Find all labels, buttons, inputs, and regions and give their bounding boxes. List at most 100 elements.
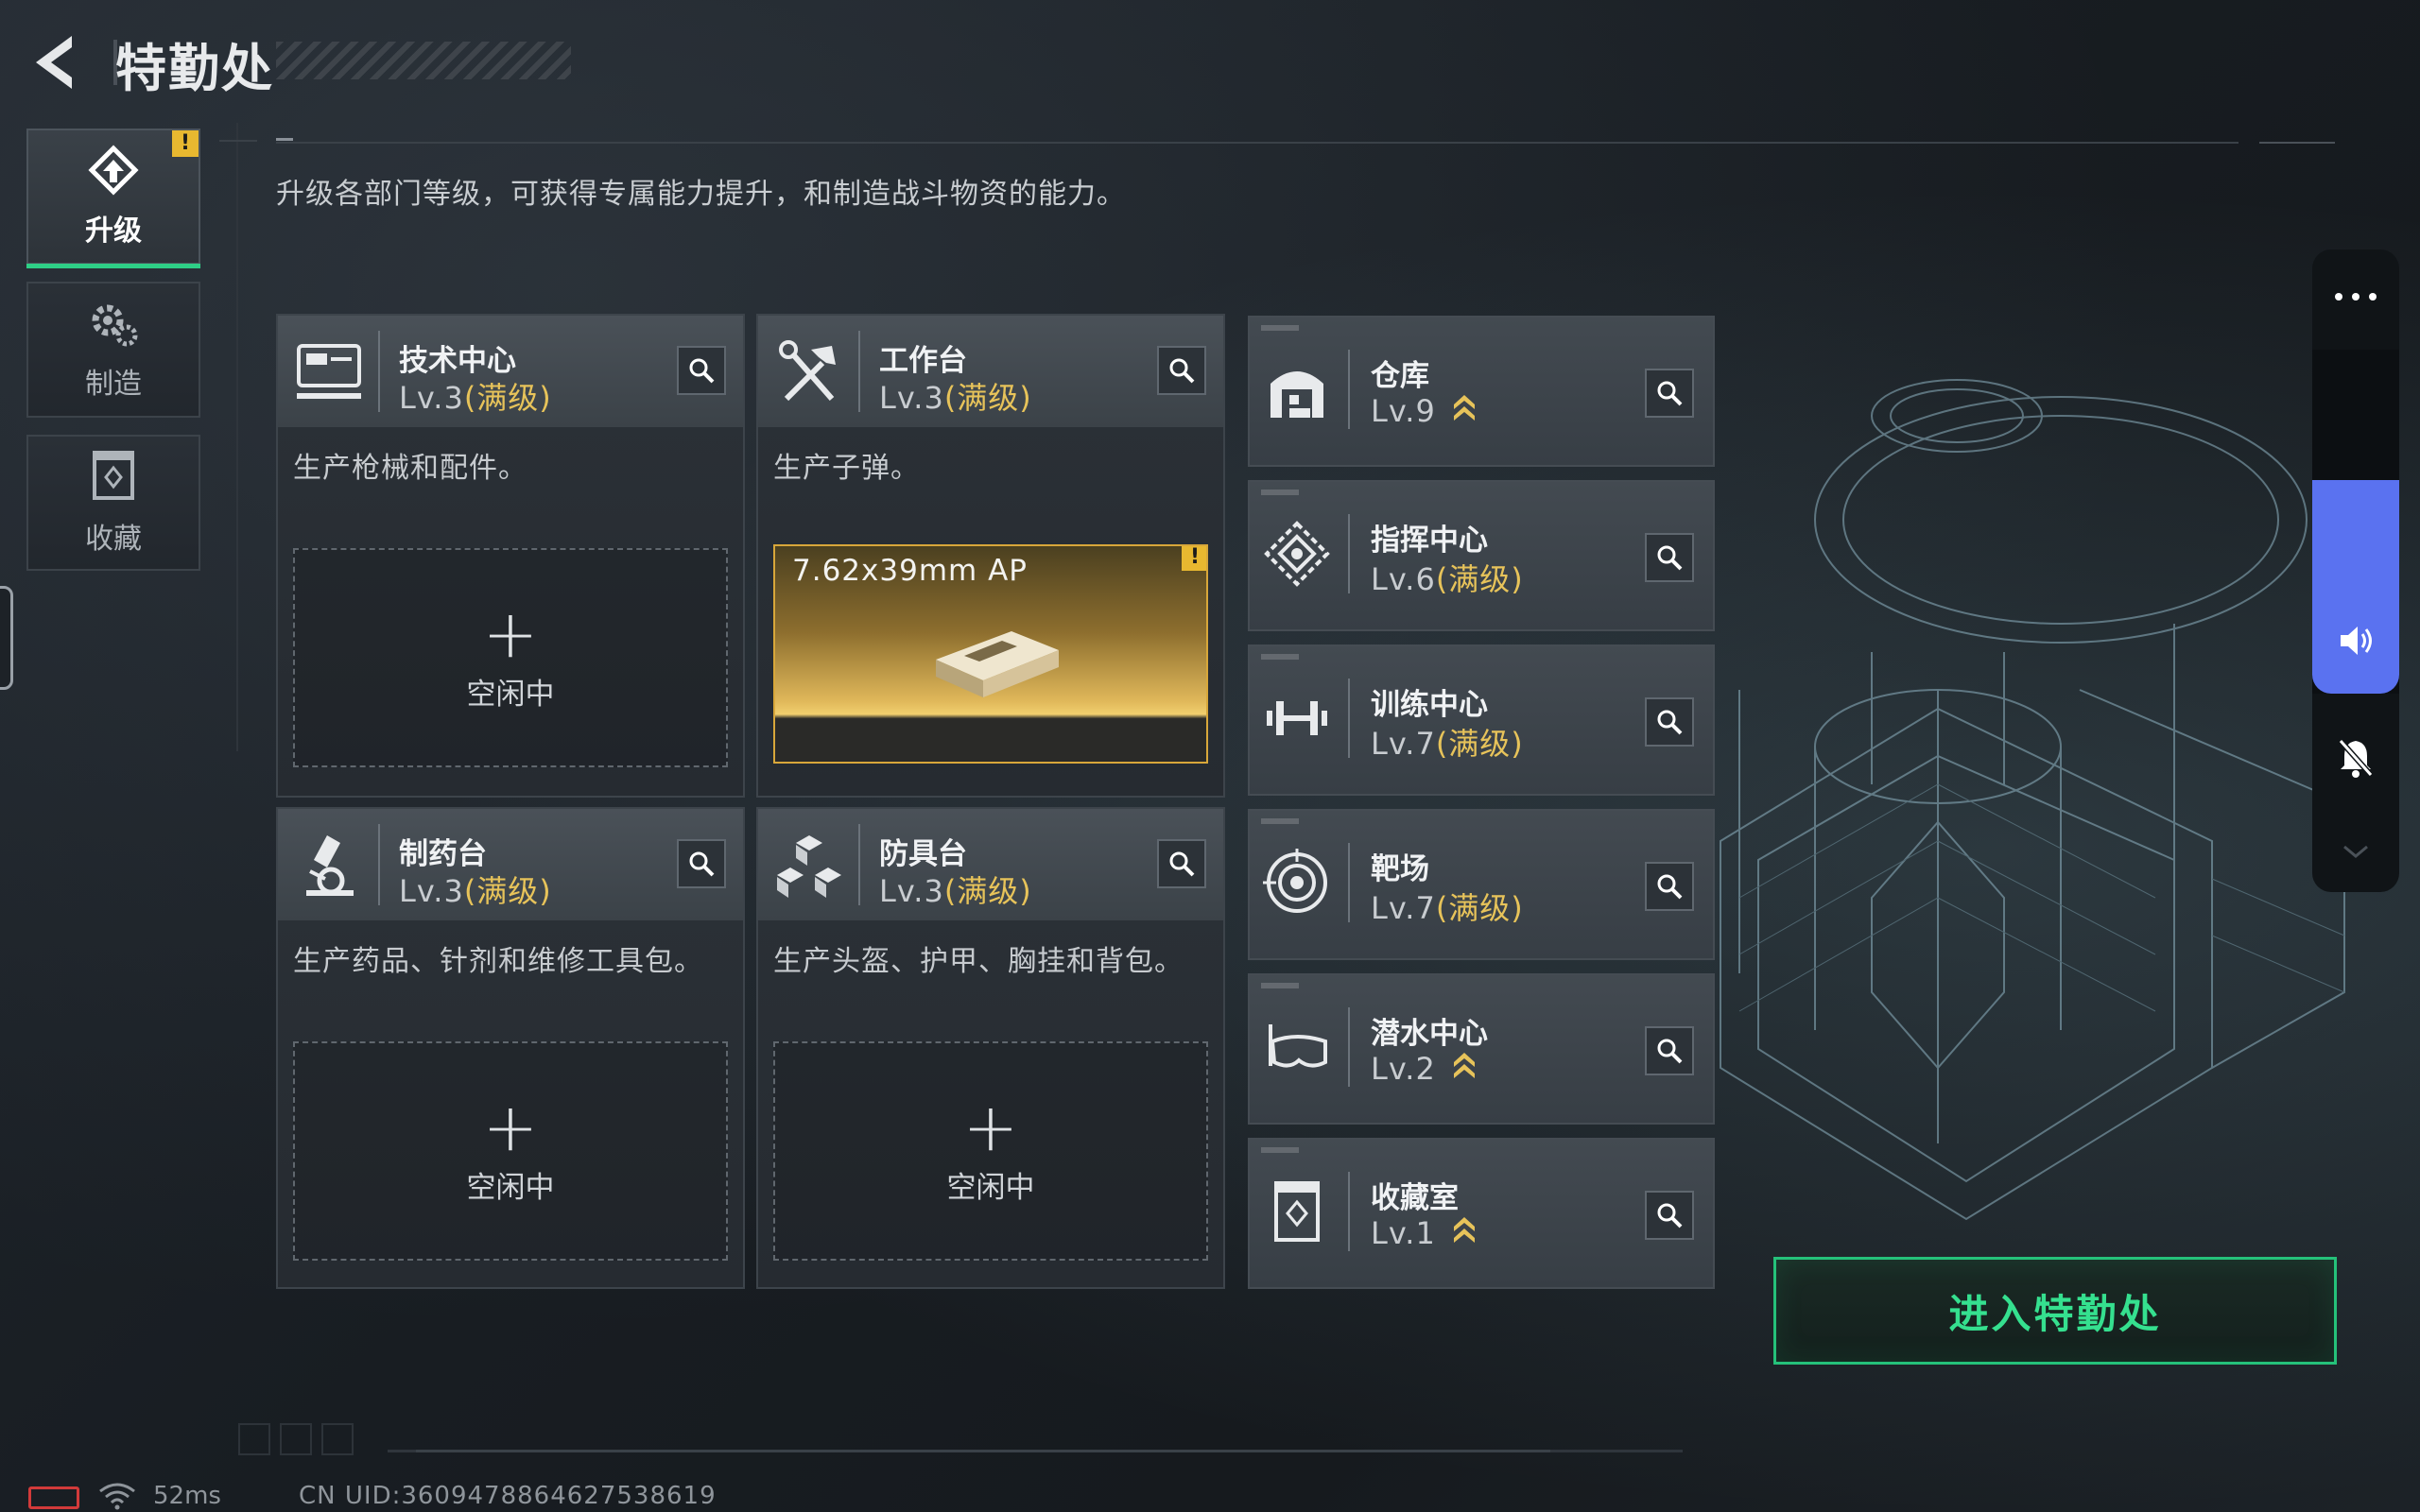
search-icon bbox=[1169, 358, 1195, 384]
level-value: Lv.3 bbox=[399, 380, 464, 416]
department-warehouse[interactable]: 仓库 Lv.9 bbox=[1248, 316, 1715, 467]
department-name: 收藏室 bbox=[1371, 1181, 1459, 1215]
level-value: Lv.6 bbox=[1371, 561, 1436, 597]
department-command-center[interactable]: 指挥中心 Lv.6(满级) bbox=[1248, 480, 1715, 631]
add-plus-icon: + bbox=[482, 594, 539, 673]
production-slot-active[interactable]: 7.62x39mm AP ! bbox=[773, 544, 1208, 764]
nav-upgrade[interactable]: 升级 ! bbox=[26, 129, 200, 268]
search-icon bbox=[1657, 1203, 1683, 1228]
card-workbench: 工作台 Lv.3(满级) 生产子弹。 7.62x39mm AP ! bbox=[756, 314, 1225, 798]
department-level: Lv.6(满级) bbox=[1371, 556, 1524, 599]
top-divider bbox=[276, 142, 2238, 144]
card-tag-decoration bbox=[1261, 654, 1299, 660]
search-icon bbox=[689, 851, 715, 877]
nav-collection-label: 收藏 bbox=[85, 523, 142, 556]
department-diving-center[interactable]: 潜水中心 Lv.2 bbox=[1248, 973, 1715, 1125]
gears-icon bbox=[92, 304, 138, 347]
department-level: Lv.7(满级) bbox=[1371, 720, 1524, 764]
card-armor: 防具台 Lv.3(满级) 生产头盔、护甲、胸挂和背包。 + 空闲中 bbox=[756, 807, 1225, 1289]
department-level: Lv.7(满级) bbox=[1371, 885, 1524, 928]
microscope-icon bbox=[306, 835, 354, 896]
card-level: Lv.3(满级) bbox=[399, 374, 552, 418]
production-slot-idle[interactable]: + 空闲中 bbox=[773, 1041, 1208, 1261]
search-button[interactable] bbox=[1157, 346, 1206, 395]
hammer-wrench-icon bbox=[779, 340, 836, 402]
department-name: 指挥中心 bbox=[1371, 524, 1488, 558]
card-title: 工作台 bbox=[879, 344, 967, 378]
search-button[interactable] bbox=[1645, 862, 1694, 911]
search-icon bbox=[1657, 1039, 1683, 1064]
add-plus-icon: + bbox=[482, 1088, 539, 1166]
volume-slider-fill[interactable] bbox=[2312, 480, 2399, 694]
network-ping: 52ms bbox=[153, 1482, 221, 1510]
level-value: Lv.2 bbox=[1371, 1051, 1436, 1087]
search-button[interactable] bbox=[1645, 369, 1694, 418]
enter-button-label: 进入特勤处 bbox=[1948, 1290, 2162, 1337]
card-header-divider bbox=[1348, 679, 1350, 758]
base-blueprint-illustration bbox=[1720, 379, 2345, 1221]
card-header-divider bbox=[858, 331, 860, 412]
mute-notifications-button[interactable] bbox=[2312, 718, 2399, 803]
side-divider bbox=[236, 123, 238, 751]
card-description: 生产药品、针剂和维修工具包。 bbox=[293, 945, 703, 978]
card-header-divider bbox=[1348, 843, 1350, 922]
bell-off-icon bbox=[2338, 739, 2374, 778]
search-button[interactable] bbox=[1645, 533, 1694, 582]
search-button[interactable] bbox=[1645, 1191, 1694, 1240]
chevron-down-icon bbox=[2343, 845, 2368, 858]
top-divider-right bbox=[2259, 142, 2335, 144]
department-shooting-range[interactable]: 靶场 Lv.7(满级) bbox=[1248, 809, 1715, 960]
upgrade-available-chevrons-icon bbox=[1453, 395, 1475, 421]
search-icon bbox=[1657, 381, 1683, 406]
level-value: Lv.1 bbox=[1371, 1215, 1436, 1251]
nav-craft[interactable]: 制造 bbox=[26, 282, 200, 418]
search-button[interactable] bbox=[1645, 697, 1694, 747]
search-icon bbox=[689, 358, 715, 384]
search-button[interactable] bbox=[1157, 839, 1206, 888]
department-name: 训练中心 bbox=[1371, 688, 1488, 722]
card-header-divider bbox=[1348, 1007, 1350, 1087]
title-stripes-decoration bbox=[276, 42, 571, 79]
card-tag-decoration bbox=[1261, 818, 1299, 824]
page-title: 特勤处 bbox=[115, 39, 274, 98]
card-tag-decoration bbox=[1261, 1147, 1299, 1153]
department-level: Lv.2 bbox=[1371, 1049, 1477, 1087]
side-drawer-handle[interactable] bbox=[0, 586, 13, 690]
slot-status: 空闲中 bbox=[466, 677, 555, 712]
card-title: 防具台 bbox=[879, 837, 967, 871]
collapse-panel-button[interactable] bbox=[2312, 822, 2399, 888]
enter-special-ops-button[interactable]: 进入特勤处 bbox=[1773, 1257, 2337, 1365]
production-slot-idle[interactable]: + 空闲中 bbox=[293, 1041, 728, 1261]
max-level-tag: (满级) bbox=[1435, 890, 1524, 926]
warehouse-icon bbox=[1270, 371, 1323, 418]
search-button[interactable] bbox=[1645, 1026, 1694, 1075]
card-description: 生产头盔、护甲、胸挂和背包。 bbox=[773, 945, 1184, 978]
nav-collection[interactable]: 收藏 bbox=[26, 435, 200, 571]
card-level: Lv.3(满级) bbox=[879, 868, 1032, 911]
top-divider-tick bbox=[276, 138, 293, 141]
department-name: 靶场 bbox=[1371, 852, 1429, 886]
production-slot-idle[interactable]: + 空闲中 bbox=[293, 548, 728, 767]
card-title: 制药台 bbox=[399, 837, 487, 871]
card-header-divider bbox=[858, 824, 860, 905]
search-icon bbox=[1657, 710, 1683, 735]
command-icon bbox=[1264, 521, 1330, 587]
back-arrow-icon[interactable] bbox=[28, 32, 85, 93]
target-icon bbox=[1263, 849, 1327, 913]
department-name: 仓库 bbox=[1371, 359, 1429, 393]
card-description: 生产枪械和配件。 bbox=[293, 452, 527, 485]
user-uid: CN UID:3609478864627538619 bbox=[299, 1482, 717, 1510]
search-button[interactable] bbox=[677, 346, 726, 395]
search-button[interactable] bbox=[677, 839, 726, 888]
slot-status: 空闲中 bbox=[466, 1170, 555, 1205]
department-collection-room[interactable]: 收藏室 Lv.1 bbox=[1248, 1138, 1715, 1289]
upgrade-available-chevrons-icon bbox=[1453, 1053, 1475, 1078]
card-header-divider bbox=[378, 331, 380, 412]
department-training-center[interactable]: 训练中心 Lv.7(满级) bbox=[1248, 644, 1715, 796]
max-level-tag: (满级) bbox=[463, 873, 552, 909]
level-value: Lv.7 bbox=[1371, 890, 1436, 926]
level-value: Lv.3 bbox=[879, 380, 944, 416]
more-options-button[interactable] bbox=[2312, 249, 2399, 344]
card-description: 生产子弹。 bbox=[773, 452, 920, 485]
max-level-tag: (满级) bbox=[1435, 726, 1524, 762]
